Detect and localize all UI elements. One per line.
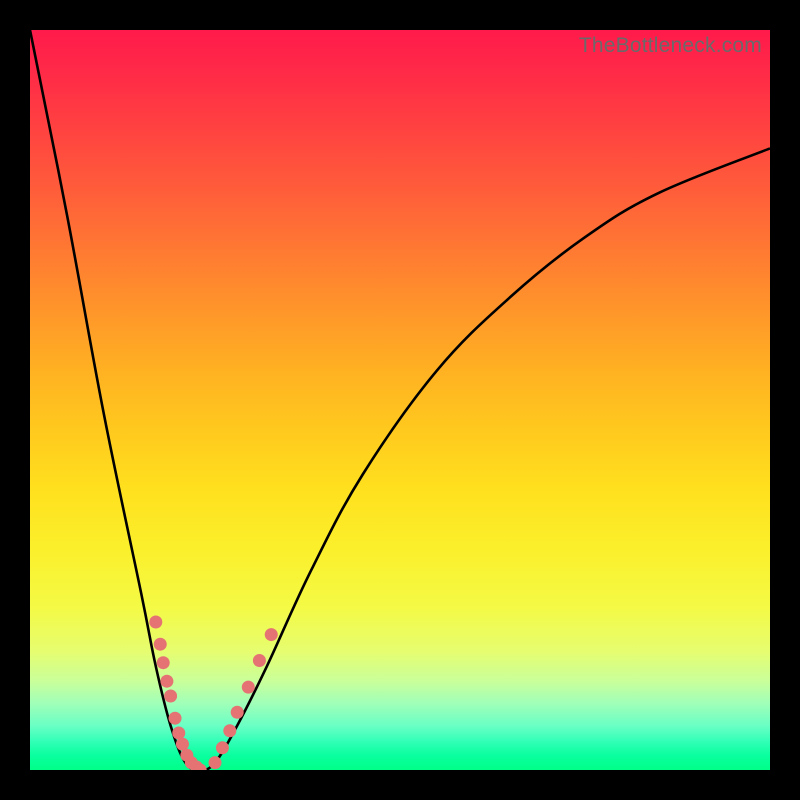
data-point: [231, 706, 244, 719]
data-point: [209, 756, 222, 769]
curve-layer: [30, 30, 770, 770]
data-point: [160, 675, 173, 688]
data-point: [216, 741, 229, 754]
chart-frame: TheBottleneck.com: [0, 0, 800, 800]
data-point: [172, 727, 185, 740]
curve-data-points-right: [209, 628, 278, 769]
watermark-text: TheBottleneck.com: [579, 34, 762, 58]
plot-area: TheBottleneck.com: [30, 30, 770, 770]
data-point: [157, 656, 170, 669]
data-point: [265, 628, 278, 641]
data-point: [223, 724, 236, 737]
data-point: [149, 616, 162, 629]
data-point: [253, 654, 266, 667]
data-point: [169, 712, 182, 725]
data-point: [164, 690, 177, 703]
bottleneck-curve: [30, 30, 770, 770]
curve-data-points-left: [149, 616, 206, 771]
data-point: [242, 681, 255, 694]
data-point: [154, 638, 167, 651]
data-point: [176, 738, 189, 751]
